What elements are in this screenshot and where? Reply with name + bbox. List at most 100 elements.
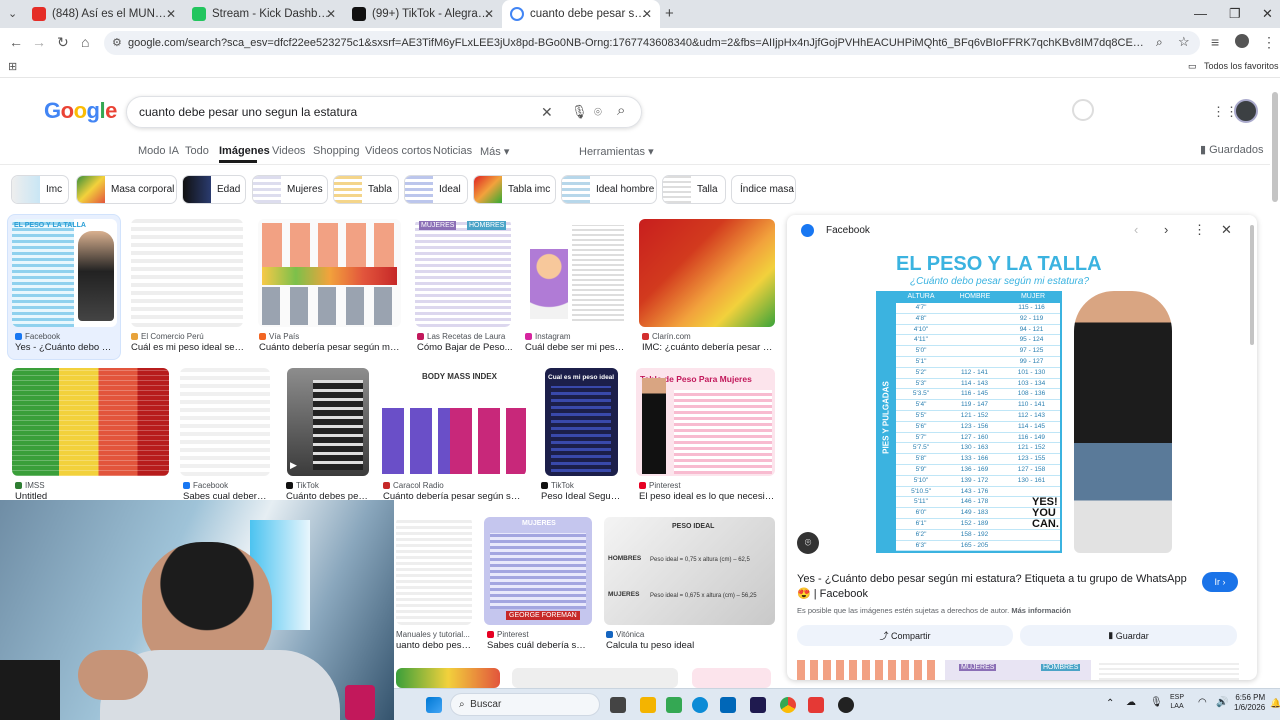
media-icon[interactable]: ≡ — [1211, 34, 1219, 50]
tab-modo-ia[interactable]: Modo IA — [138, 145, 179, 157]
menu-dots-icon[interactable]: ⋮ — [1262, 34, 1276, 51]
new-tab-icon[interactable]: + — [665, 5, 674, 22]
bookmark-star-icon[interactable]: ☆ — [1178, 34, 1190, 50]
window-close-icon[interactable]: ✕ — [1262, 6, 1273, 22]
tab-tiktok[interactable]: (99+) TikTok - Alegra tu día ✕ — [344, 0, 502, 28]
search-icon[interactable]: ⌕ — [617, 102, 625, 119]
share-button[interactable]: ⤴ Compartir — [797, 625, 1013, 646]
chip-ideal[interactable]: Ideal — [404, 175, 468, 204]
result-caption[interactable]: Cuánto debería pesar según mi al... — [259, 342, 401, 353]
zoom-icon[interactable]: ⌕ — [1156, 35, 1163, 50]
result-caption[interactable]: Cuál es mi peso ideal seg... — [131, 342, 245, 353]
save-button[interactable]: ▮ Guardar — [1020, 625, 1237, 646]
all-bookmarks-link[interactable]: Todos los favoritos — [1204, 61, 1279, 71]
next-icon[interactable]: › — [1164, 222, 1168, 237]
result-caption[interactable]: uanto debo pesar... — [396, 640, 474, 651]
tab-search-icon[interactable]: ⌄ — [8, 7, 17, 20]
related-thumb[interactable] — [797, 660, 937, 680]
close-icon[interactable]: ✕ — [1221, 222, 1232, 238]
clear-icon[interactable]: ✕ — [541, 104, 553, 121]
preview-image[interactable]: EL PESO Y LA TALLA ¿Cuánto debo pesar se… — [860, 247, 1176, 562]
forward-icon[interactable]: → — [32, 34, 46, 50]
close-icon[interactable]: ✕ — [326, 7, 336, 21]
result-image[interactable] — [131, 219, 243, 327]
result-caption[interactable]: IMC: ¿cuánto debería pesar se... — [642, 342, 776, 353]
result-caption[interactable]: Sabes cuál debería ser t... — [487, 640, 591, 651]
go-button[interactable]: Ir › — [1202, 572, 1238, 592]
close-icon[interactable]: ✕ — [166, 7, 176, 21]
chip-tabla[interactable]: Tabla — [333, 175, 399, 204]
result-image[interactable] — [522, 219, 628, 327]
tab-videos[interactable]: Videos — [272, 145, 305, 157]
result-image[interactable]: PESO IDEAL HOMBRES Peso ideal = 0,75 x a… — [604, 517, 775, 625]
tab-todo[interactable]: Todo — [185, 145, 209, 157]
tab-google-active[interactable]: cuanto debe pesar segun l ✕ — [502, 0, 660, 28]
tab-shopping[interactable]: Shopping — [313, 145, 360, 157]
premiere-icon[interactable] — [750, 697, 766, 713]
tab-videos-cortos[interactable]: Videos cortos — [365, 145, 431, 157]
app-icon[interactable] — [666, 697, 682, 713]
tab-noticias[interactable]: Noticias — [433, 145, 472, 157]
chip-ideal-hombre[interactable]: Ideal hombre — [561, 175, 657, 204]
apps-grid-icon[interactable]: ⊞ — [8, 60, 17, 73]
panel-scrollbar[interactable] — [1250, 225, 1254, 345]
chip-masa-corporal[interactable]: Masa corporal — [76, 175, 177, 204]
result-image[interactable]: Tabla de Peso Para Mujeres — [636, 368, 775, 476]
windows-start-icon[interactable] — [426, 697, 442, 713]
result-caption[interactable]: Calcula tu peso ideal — [606, 640, 774, 651]
home-icon[interactable]: ⌂ — [81, 34, 89, 50]
tray-chevron-icon[interactable]: ⌃ — [1106, 698, 1114, 709]
saved-link[interactable]: ▮ Guardados — [1200, 143, 1264, 156]
obs-icon[interactable] — [838, 697, 854, 713]
prev-icon[interactable]: ‹ — [1134, 222, 1138, 237]
result-image[interactable]: BODY MASS INDEX — [380, 368, 526, 476]
chip-mujeres[interactable]: Mujeres — [252, 175, 328, 204]
result-image[interactable] — [180, 368, 270, 476]
result-caption[interactable]: Cómo Bajar de Peso... — [417, 342, 513, 353]
result-image[interactable] — [396, 517, 472, 625]
clock[interactable]: 6:56 PM 1/6/2026 — [1234, 693, 1265, 713]
result-caption[interactable]: Cuál debe ser mi peso?... — [525, 342, 629, 353]
result-caption[interactable]: Cuánto debería pesar según su e... — [383, 491, 525, 502]
chip-talla[interactable]: Talla — [662, 175, 726, 204]
search-input[interactable]: cuanto debe pesar uno segun la estatura — [139, 105, 357, 119]
related-thumb[interactable] — [1099, 660, 1239, 680]
lens-icon[interactable]: ⌾ — [594, 104, 602, 120]
result-image[interactable]: MUJERES HOMBRES — [415, 219, 511, 327]
minimize-icon[interactable]: — — [1194, 6, 1207, 21]
close-icon[interactable]: ✕ — [642, 7, 652, 21]
language-indicator[interactable]: ESP LAA — [1170, 693, 1184, 711]
result-image[interactable]: ▶ — [287, 368, 369, 476]
account-avatar[interactable] — [1234, 99, 1258, 123]
chip-imc[interactable]: Imc — [11, 175, 69, 204]
chip-indice-masa[interactable]: Índice masa — [731, 175, 796, 204]
result-caption[interactable]: El peso ideal es lo que necesita... — [639, 491, 775, 502]
more-options-icon[interactable]: ⋮ — [1193, 222, 1206, 238]
reload-icon[interactable]: ↻ — [57, 34, 69, 51]
panel-title[interactable]: Yes - ¿Cuánto debo pesar según mi estatu… — [797, 572, 1195, 602]
chip-edad[interactable]: Edad — [182, 175, 246, 204]
page-scrollbar[interactable] — [1272, 92, 1278, 202]
mic-icon[interactable]: 🎙 — [1150, 697, 1163, 708]
store-icon[interactable] — [720, 697, 736, 713]
result-caption[interactable]: Yes - ¿Cuánto debo pe... — [15, 342, 115, 353]
result-image[interactable] — [12, 368, 169, 476]
music-icon[interactable] — [808, 697, 824, 713]
panel-source[interactable]: Facebook — [826, 225, 870, 236]
result-image[interactable]: MUJERES GEORGE FOREMAN — [484, 517, 592, 625]
lens-search-icon[interactable]: ⌾ — [797, 532, 819, 554]
cloud-icon[interactable]: ☁ — [1126, 697, 1136, 708]
result-image[interactable] — [639, 219, 775, 327]
result-image[interactable]: Cual es mi peso ideal — [545, 368, 618, 476]
more-info-link[interactable]: Más información — [1011, 606, 1071, 615]
file-explorer-icon[interactable] — [640, 697, 656, 713]
tab-youtube[interactable]: (848) Así es el MUNDO de HAR ✕ — [24, 0, 184, 28]
result-image[interactable] — [692, 668, 771, 688]
result-image[interactable] — [512, 668, 678, 688]
edge-icon[interactable] — [692, 697, 708, 713]
tab-mas[interactable]: Más ▾ — [480, 145, 509, 158]
tab-imagenes[interactable]: Imágenes — [219, 145, 270, 157]
google-logo[interactable]: Google — [44, 98, 117, 124]
maximize-icon[interactable]: ❐ — [1229, 6, 1241, 22]
wifi-icon[interactable]: ◠ — [1198, 697, 1207, 708]
